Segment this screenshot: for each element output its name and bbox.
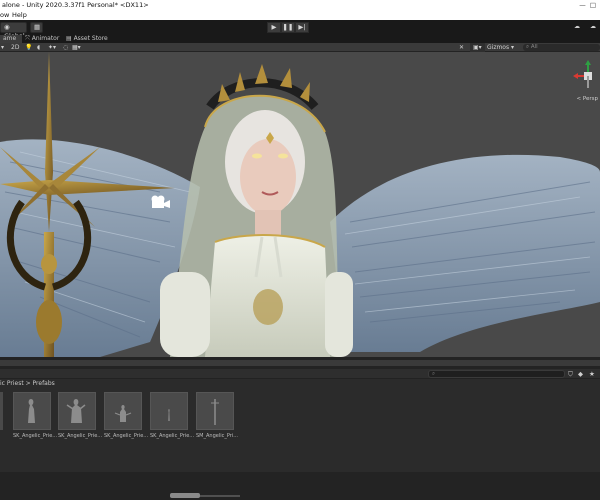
play-icon: ▶ <box>271 23 277 31</box>
projection-label[interactable]: < Persp <box>577 96 598 102</box>
camera-settings-icon[interactable]: ▣▾ <box>470 43 485 52</box>
effects-icon[interactable]: ✦▾ <box>48 43 56 52</box>
orientation-gizmo[interactable] <box>572 60 600 92</box>
pause-icon: ❚❚ <box>282 23 294 31</box>
cloud-icon[interactable]: ☁ <box>590 23 596 30</box>
asset-item[interactable]: SK_Angelic_Prie... <box>58 392 103 439</box>
menu-bar: ow Help <box>0 10 600 20</box>
services-icon[interactable]: ☁ <box>574 23 580 30</box>
asset-thumbnail <box>150 392 188 430</box>
window-title-bar: alone - Unity 2020.3.37f1 Personal* <DX1… <box>0 0 600 10</box>
camera-icon[interactable] <box>150 195 172 209</box>
asset-item[interactable]: SK_Angelic_Prie... <box>104 392 149 439</box>
main-toolbar: ◉ Global ▦ ▶ ❚❚ ▶| ☁ ☁ <box>0 20 600 40</box>
asset-label: SK_Angelic_Prie... <box>150 433 195 439</box>
tab-label: Animator <box>31 35 60 42</box>
right-wing <box>330 154 600 352</box>
asset-item[interactable]: SK_Angelic_Prie... <box>13 392 58 439</box>
menu-item-window[interactable]: ow <box>0 10 9 20</box>
lighting-icon[interactable]: 💡 <box>25 43 32 52</box>
asset-thumbnail <box>58 392 96 430</box>
grid-snap-icon: ▦ <box>34 23 41 31</box>
tab-label: ame <box>3 35 17 42</box>
viewport-scrollbar[interactable] <box>0 357 600 369</box>
store-icon: ▤ <box>66 35 74 42</box>
window-title: alone - Unity 2020.3.37f1 Personal* <DX1… <box>2 1 149 9</box>
gizmos-label: Gizmos <box>487 44 510 51</box>
project-asset-grid: SK_Angelic_Prie... SK_Angelic_Prie... SK… <box>0 388 600 472</box>
tab-asset-store[interactable]: ▤ Asset Store <box>63 35 111 43</box>
tab-label: Asset Store <box>73 35 108 42</box>
draw-mode-dropdown[interactable]: ▾ <box>1 43 4 52</box>
scene-render <box>0 52 600 357</box>
animator-icon: ⤧ <box>25 35 32 42</box>
project-footer <box>0 472 600 500</box>
pivot-global-toggle[interactable]: ◉ Global <box>0 22 27 40</box>
hidden-objects-icon[interactable]: ◌ <box>63 43 68 52</box>
asset-item[interactable]: SK_Angelic_Prie... <box>150 392 195 439</box>
audio-icon[interactable]: ◖ <box>37 43 40 52</box>
scene-search-input[interactable]: ⌕ All <box>523 44 600 51</box>
filter-by-label-icon[interactable]: ◆ <box>578 369 583 379</box>
slider-thumb[interactable] <box>170 493 200 498</box>
breadcrumb[interactable]: ic Priest > Prefabs <box>0 379 55 388</box>
play-controls: ▶ ❚❚ ▶| <box>267 22 309 33</box>
pause-button[interactable]: ❚❚ <box>281 22 295 33</box>
project-breadcrumb-bar: ic Priest > Prefabs <box>0 379 600 388</box>
mode-2d-toggle[interactable]: 2D <box>11 43 19 52</box>
play-button[interactable]: ▶ <box>267 22 281 33</box>
search-placeholder: All <box>530 44 538 50</box>
tab-animator[interactable]: ⤧ Animator <box>22 35 62 43</box>
editor-tabs: ame ⤧ Animator ▤ Asset Store <box>0 35 600 43</box>
project-search-input[interactable]: ⌕ <box>428 370 565 378</box>
window-controls: — □ <box>579 1 596 9</box>
scrollbar-thumb[interactable] <box>0 360 600 366</box>
grid-icon[interactable]: ▦▾ <box>72 43 81 52</box>
snap-button[interactable]: ▦ <box>30 22 43 33</box>
asset-thumbnail <box>13 392 51 430</box>
favorites-icon[interactable]: ★ <box>589 369 595 379</box>
globe-icon: ◉ <box>4 23 10 31</box>
tab-game[interactable]: ame <box>0 35 22 43</box>
asset-thumbnail-partial[interactable] <box>0 392 3 430</box>
menu-item-help[interactable]: Help <box>12 10 27 20</box>
tools-icon[interactable]: ✕ <box>459 43 464 52</box>
asset-item[interactable]: SM_Angelic_Pri... <box>196 392 238 439</box>
step-button[interactable]: ▶| <box>295 22 309 33</box>
step-icon: ▶| <box>298 23 306 31</box>
gizmos-dropdown[interactable]: Gizmos ▾ <box>487 43 514 52</box>
scene-viewport[interactable]: < Persp <box>0 52 600 357</box>
asset-thumbnail <box>196 392 234 430</box>
search-icon: ⌕ <box>432 371 436 377</box>
asset-label: SK_Angelic_Prie... <box>104 433 149 439</box>
project-panel-header: ⌕ ⛉ ◆ ★ <box>0 369 600 379</box>
scene-toolbar: ▾ 2D 💡 ◖ ✦▾ ◌ ▦▾ ✕ ▣▾ Gizmos ▾ ⌕ All <box>0 43 600 52</box>
asset-thumbnail <box>104 392 142 430</box>
asset-label: SK_Angelic_Prie... <box>13 433 58 439</box>
filter-by-type-icon[interactable]: ⛉ <box>568 369 573 379</box>
asset-label: SM_Angelic_Pri... <box>196 433 238 439</box>
asset-label: SK_Angelic_Prie... <box>58 433 103 439</box>
